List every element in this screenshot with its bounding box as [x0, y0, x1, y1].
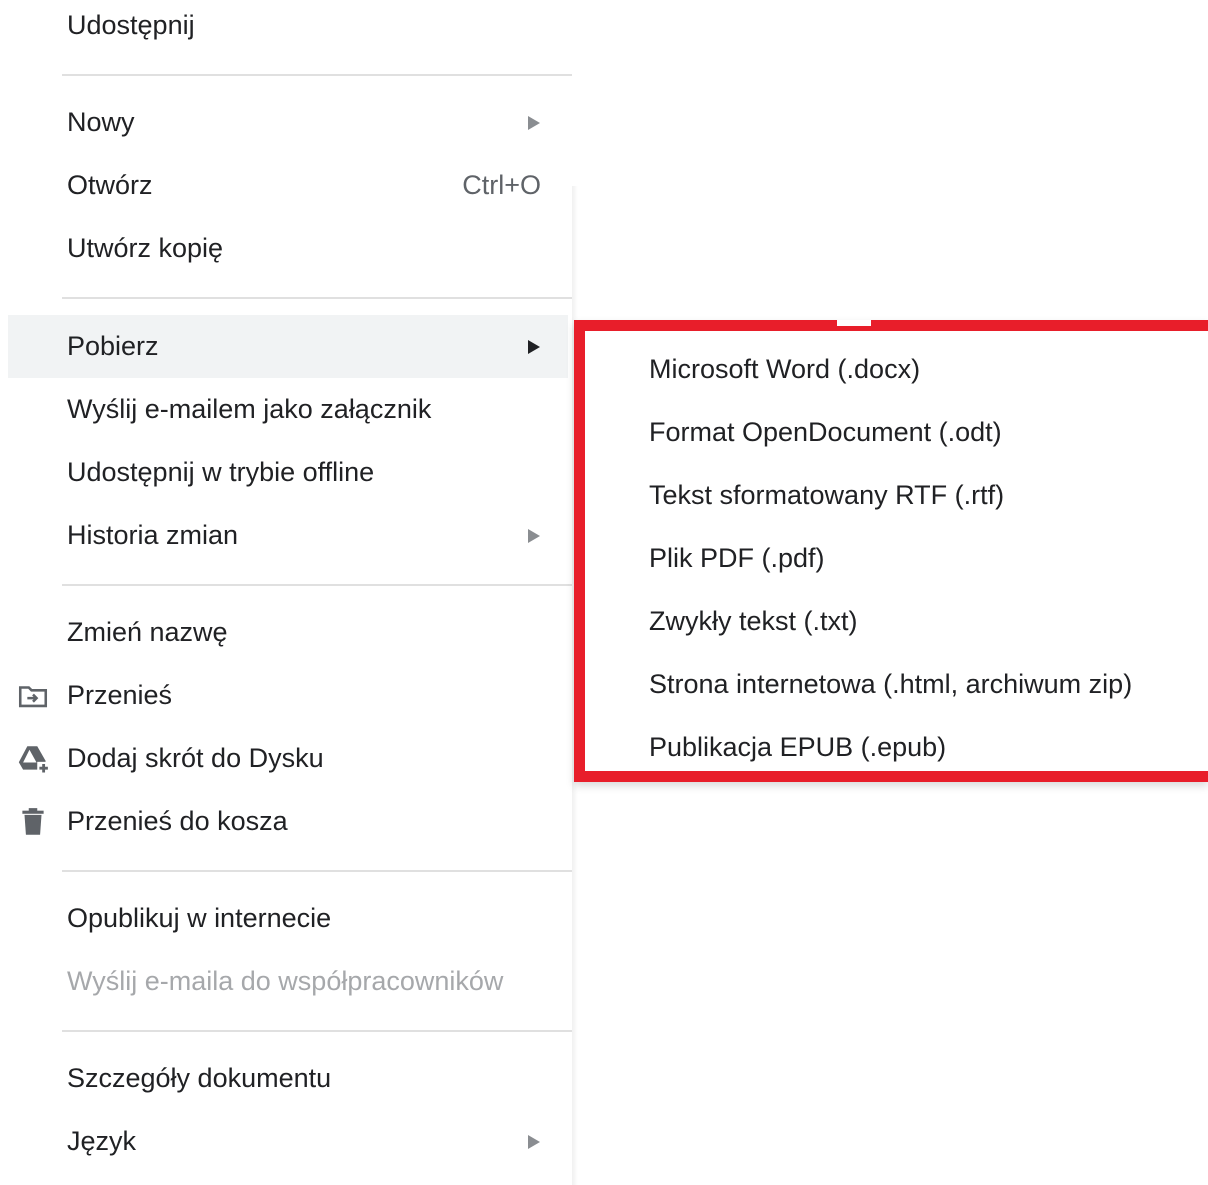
- menu-divider: [62, 870, 572, 872]
- menu-divider: [62, 1030, 572, 1032]
- menu-item-label: Nowy: [67, 107, 135, 137]
- menu-item-label: Otwórz: [67, 170, 153, 200]
- menu-item-label: Język: [67, 1126, 137, 1156]
- menu-item-email-collaborators: Wyślij e-maila do współpracowników: [8, 950, 568, 1013]
- menu-item-label: Przenieś do kosza: [67, 806, 288, 836]
- menu-item-language[interactable]: Język: [8, 1110, 568, 1173]
- submenu-item-odt[interactable]: Format OpenDocument (.odt): [585, 401, 1208, 464]
- file-menu: Udostępnij Nowy Otwórz Ctrl+O Utwórz kop…: [0, 0, 573, 1185]
- keyboard-shortcut: Ctrl+O: [462, 170, 541, 200]
- folder-move-icon: [18, 686, 48, 708]
- menu-item-label: Pobierz: [67, 331, 159, 361]
- submenu-item-label: Zwykły tekst (.txt): [649, 606, 858, 636]
- menu-item-move[interactable]: Przenieś: [8, 664, 568, 727]
- trash-icon: [22, 808, 44, 835]
- submenu-arrow-icon: [528, 116, 540, 130]
- menu-item-document-details[interactable]: Szczegóły dokumentu: [8, 1047, 568, 1110]
- menu-item-trash[interactable]: Przenieś do kosza: [8, 790, 568, 853]
- menu-item-label: Szczegóły dokumentu: [67, 1063, 332, 1093]
- menu-item-offline[interactable]: Udostępnij w trybie offline: [8, 441, 568, 504]
- submenu-arrow-icon: [528, 340, 540, 354]
- drive-add-shortcut-icon: [18, 746, 50, 775]
- submenu-item-rtf[interactable]: Tekst sformatowany RTF (.rtf): [585, 464, 1208, 527]
- menu-divider: [62, 584, 572, 586]
- submenu-notch: [837, 320, 871, 326]
- menu-item-version-history[interactable]: Historia zmian: [8, 504, 568, 567]
- menu-item-label: Przenieś: [67, 680, 173, 710]
- submenu-item-label: Plik PDF (.pdf): [649, 543, 825, 573]
- menu-item-share[interactable]: Udostępnij: [8, 0, 568, 57]
- menu-item-rename[interactable]: Zmień nazwę: [8, 601, 568, 664]
- menu-divider: [62, 74, 572, 76]
- submenu-item-txt[interactable]: Zwykły tekst (.txt): [585, 590, 1208, 653]
- menu-item-publish[interactable]: Opublikuj w internecie: [8, 887, 568, 950]
- menu-item-download[interactable]: Pobierz: [8, 315, 568, 378]
- menu-item-label: Utwórz kopię: [67, 233, 224, 263]
- submenu-item-epub[interactable]: Publikacja EPUB (.epub): [585, 716, 1208, 779]
- menu-item-open[interactable]: Otwórz Ctrl+O: [8, 154, 568, 217]
- menu-divider: [62, 297, 572, 299]
- submenu-item-html-zip[interactable]: Strona internetowa (.html, archiwum zip): [585, 653, 1208, 716]
- submenu-item-pdf[interactable]: Plik PDF (.pdf): [585, 527, 1208, 590]
- submenu-item-docx[interactable]: Microsoft Word (.docx): [585, 338, 1208, 401]
- submenu-item-label: Strona internetowa (.html, archiwum zip): [649, 669, 1133, 699]
- menu-item-label: Udostępnij w trybie offline: [67, 457, 375, 487]
- menu-item-label: Zmień nazwę: [67, 617, 228, 647]
- submenu-item-label: Format OpenDocument (.odt): [649, 417, 1002, 447]
- menu-item-add-shortcut[interactable]: Dodaj skrót do Dysku: [8, 727, 568, 790]
- menu-item-label: Dodaj skrót do Dysku: [67, 743, 324, 773]
- menu-item-new[interactable]: Nowy: [8, 91, 568, 154]
- menu-item-label: Opublikuj w internecie: [67, 903, 332, 933]
- menu-item-make-copy[interactable]: Utwórz kopię: [8, 217, 568, 280]
- docs-file-menu-screen: Udostępnij Nowy Otwórz Ctrl+O Utwórz kop…: [0, 0, 1208, 1185]
- submenu-item-label: Microsoft Word (.docx): [649, 354, 921, 384]
- menu-item-label: Wyślij e-mailem jako załącznik: [67, 394, 432, 424]
- submenu-item-label: Tekst sformatowany RTF (.rtf): [649, 480, 1005, 510]
- submenu-item-label: Publikacja EPUB (.epub): [649, 732, 947, 762]
- submenu-arrow-icon: [528, 529, 540, 543]
- menu-item-email-attachment[interactable]: Wyślij e-mailem jako załącznik: [8, 378, 568, 441]
- menu-item-label: Wyślij e-maila do współpracowników: [67, 966, 504, 996]
- submenu-arrow-icon: [528, 1135, 540, 1149]
- menu-item-label: Udostępnij: [67, 10, 195, 40]
- download-submenu: Microsoft Word (.docx) Format OpenDocume…: [574, 320, 1208, 782]
- menu-item-label: Historia zmian: [67, 520, 239, 550]
